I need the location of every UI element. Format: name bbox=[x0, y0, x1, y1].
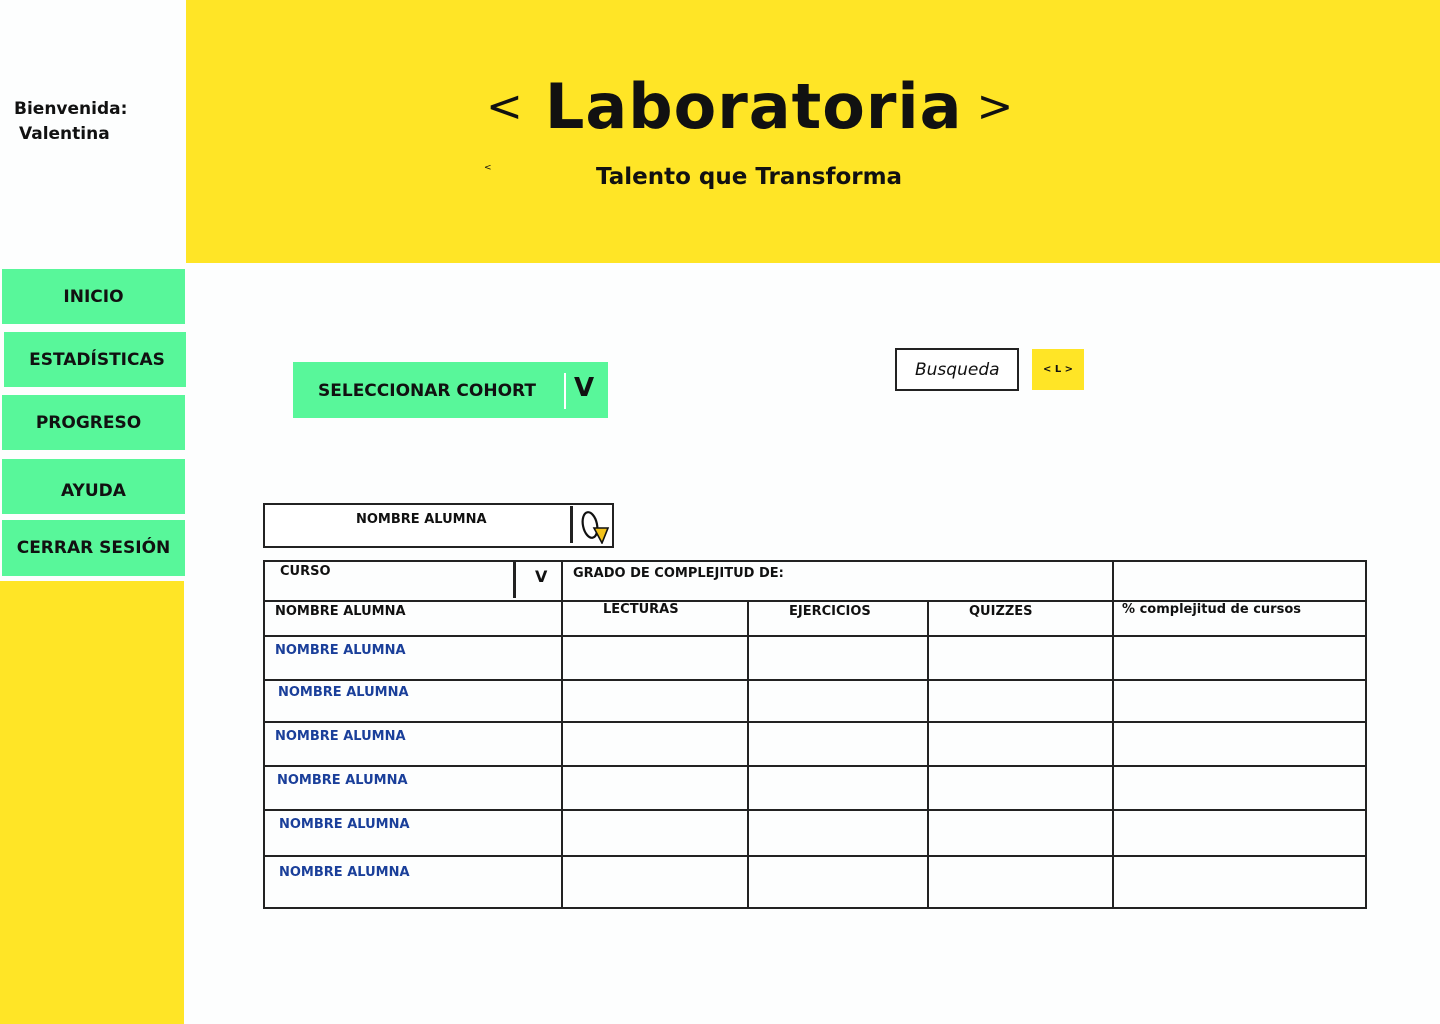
divider bbox=[570, 506, 573, 543]
table-cell bbox=[1112, 721, 1368, 767]
table-cell bbox=[926, 765, 1115, 811]
table-cell bbox=[561, 679, 749, 723]
bracket-close: > bbox=[976, 81, 1014, 132]
cohort-select-label: SELECCIONAR COHORT bbox=[318, 381, 536, 401]
sidebar-item-progreso[interactable]: PROGRESO bbox=[2, 395, 185, 450]
chevron-down-icon: V bbox=[535, 567, 548, 586]
student-name-cell[interactable]: NOMBRE ALUMNA bbox=[263, 635, 563, 681]
grado-label: GRADO DE COMPLEJITUD DE: bbox=[573, 566, 784, 581]
table-cell bbox=[1112, 855, 1368, 909]
header-empty-cell bbox=[1112, 560, 1368, 602]
search-button[interactable]: < L > bbox=[1032, 349, 1084, 390]
student-name-cell[interactable]: NOMBRE ALUMNA bbox=[263, 679, 563, 723]
table-cell bbox=[926, 721, 1115, 767]
sidebar-item-ayuda[interactable]: AYUDA bbox=[2, 459, 185, 514]
student-name-cell[interactable]: NOMBRE ALUMNA bbox=[263, 721, 563, 767]
divider bbox=[513, 562, 516, 598]
small-mark: < bbox=[484, 163, 492, 173]
sidebar-item-label: INICIO bbox=[63, 286, 124, 307]
welcome-label: Bienvenida: bbox=[14, 99, 128, 119]
table-row: NOMBRE ALUMNA bbox=[263, 721, 1368, 767]
table-cell bbox=[561, 721, 749, 767]
curso-label: CURSO bbox=[280, 564, 331, 579]
table-cell bbox=[926, 855, 1115, 909]
table-header-row: CURSO V GRADO DE COMPLEJITUD DE: bbox=[263, 560, 1368, 602]
table-row: NOMBRE ALUMNA bbox=[263, 765, 1368, 811]
search-input[interactable]: Busqueda bbox=[895, 348, 1019, 391]
table-cell bbox=[747, 855, 929, 909]
sidebar-item-cerrar-sesion[interactable]: CERRAR SESIÓN bbox=[2, 520, 185, 576]
sidebar-item-label: PROGRESO bbox=[35, 412, 142, 433]
search-text: Busqueda bbox=[915, 359, 1000, 380]
table-cell bbox=[1112, 679, 1368, 723]
user-name: Valentina bbox=[19, 124, 110, 144]
student-name-cell[interactable]: NOMBRE ALUMNA bbox=[263, 809, 563, 857]
divider bbox=[564, 373, 566, 409]
cohort-select[interactable]: SELECCIONAR COHORT V bbox=[293, 362, 608, 418]
table-row: NOMBRE ALUMNA bbox=[263, 679, 1368, 723]
sidebar-item-label: CERRAR SESIÓN bbox=[16, 538, 171, 558]
student-name-cell[interactable]: NOMBRE ALUMNA bbox=[263, 855, 563, 909]
table-cell bbox=[926, 635, 1115, 681]
table-cell bbox=[747, 635, 929, 681]
column-header: EJERCICIOS bbox=[747, 600, 929, 637]
column-header-row: NOMBRE ALUMNA LECTURAS EJERCICIOS QUIZZE… bbox=[263, 600, 1368, 637]
table-cell bbox=[747, 679, 929, 723]
column-header: QUIZZES bbox=[926, 600, 1115, 637]
brand-logo: < Laboratoria > bbox=[486, 70, 1013, 143]
sidebar-item-estadisticas[interactable]: ESTADÍSTICAS bbox=[4, 332, 186, 387]
table-cell bbox=[1112, 765, 1368, 811]
table-cell bbox=[926, 809, 1115, 857]
column-header: LECTURAS bbox=[561, 600, 749, 637]
table-cell bbox=[561, 635, 749, 681]
student-name-search-label: NOMBRE ALUMNA bbox=[356, 512, 487, 527]
search-magnifier-icon[interactable] bbox=[578, 508, 612, 548]
column-header: NOMBRE ALUMNA bbox=[263, 600, 563, 637]
column-header: % complejitud de cursos bbox=[1112, 600, 1368, 637]
brand-title: Laboratoria bbox=[544, 70, 963, 143]
sidebar-item-label: AYUDA bbox=[61, 480, 126, 501]
brand-tagline: Talento que Transforma bbox=[596, 164, 903, 190]
table-cell bbox=[1112, 809, 1368, 857]
curso-select[interactable]: CURSO V bbox=[263, 560, 563, 602]
table-row: NOMBRE ALUMNA bbox=[263, 809, 1368, 857]
student-progress-table: CURSO V GRADO DE COMPLEJITUD DE: NOMBRE … bbox=[263, 560, 1368, 909]
sidebar-item-label: ESTADÍSTICAS bbox=[29, 349, 165, 370]
sidebar-fill bbox=[0, 581, 184, 1024]
chevron-down-icon: V bbox=[574, 373, 595, 403]
table-row: NOMBRE ALUMNA bbox=[263, 855, 1368, 909]
table-cell bbox=[747, 809, 929, 857]
student-name-search[interactable]: NOMBRE ALUMNA bbox=[263, 503, 614, 548]
grado-complejitud-header: GRADO DE COMPLEJITUD DE: bbox=[560, 560, 1114, 602]
bracket-open: < bbox=[486, 81, 523, 132]
student-name-cell[interactable]: NOMBRE ALUMNA bbox=[263, 765, 563, 811]
table-cell bbox=[1112, 635, 1368, 681]
table-row: NOMBRE ALUMNA bbox=[263, 635, 1368, 681]
welcome-message: Bienvenida: Valentina bbox=[14, 97, 127, 147]
sidebar-item-inicio[interactable]: INICIO bbox=[2, 269, 185, 324]
table-cell bbox=[747, 765, 929, 811]
table-cell bbox=[561, 809, 749, 857]
table-cell bbox=[926, 679, 1115, 723]
table-cell bbox=[747, 721, 929, 767]
table-cell bbox=[561, 765, 749, 811]
table-cell bbox=[561, 855, 749, 909]
